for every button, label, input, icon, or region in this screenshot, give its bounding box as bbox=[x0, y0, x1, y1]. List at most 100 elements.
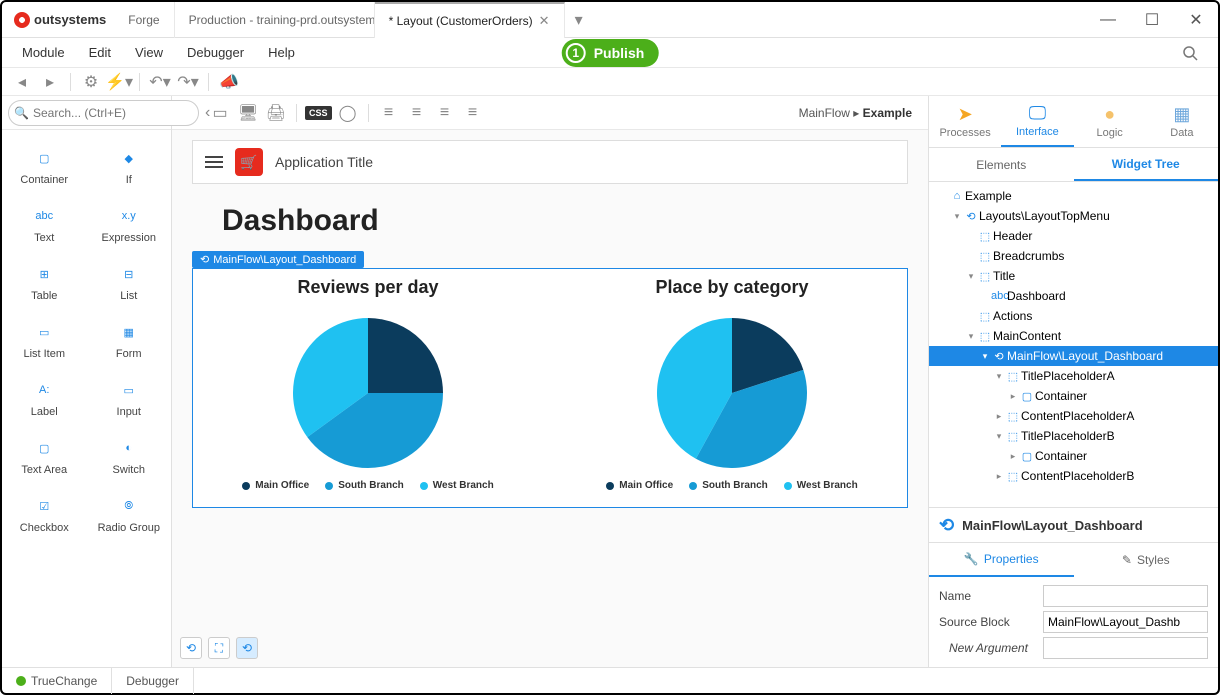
status-ok-icon bbox=[16, 676, 26, 686]
settings-button[interactable]: ⚙ bbox=[79, 71, 103, 93]
tool-text-area[interactable]: ▢Text Area bbox=[2, 428, 87, 486]
tool-input[interactable]: ▭Input bbox=[87, 370, 172, 428]
announce-button[interactable]: 📣 bbox=[217, 71, 241, 93]
tool-form[interactable]: ▦Form bbox=[87, 312, 172, 370]
tool-container[interactable]: ▢Container bbox=[2, 138, 87, 196]
tree-node[interactable]: ▸▢Container bbox=[929, 386, 1218, 406]
tree-node[interactable]: ▾⟲MainFlow\Layout_Dashboard bbox=[929, 346, 1218, 366]
app-title: Application Title bbox=[275, 154, 373, 170]
minimize-button[interactable]: — bbox=[1086, 2, 1130, 38]
tool-list-item[interactable]: ▭List Item bbox=[2, 312, 87, 370]
menu-debugger[interactable]: Debugger bbox=[177, 41, 254, 64]
widget-mode-3[interactable]: ⟲ bbox=[236, 637, 258, 659]
tool-checkbox[interactable]: ☑Checkbox bbox=[2, 486, 87, 544]
css-button[interactable]: CSS bbox=[305, 106, 332, 120]
undo-button[interactable]: ↶▾ bbox=[148, 71, 172, 93]
proptab-properties[interactable]: 🔧 Properties bbox=[929, 543, 1074, 577]
tool-icon: ▢ bbox=[31, 438, 57, 458]
tab-logic[interactable]: ●Logic bbox=[1074, 96, 1146, 147]
prop-source-input[interactable] bbox=[1043, 611, 1208, 633]
widget-mode-1[interactable]: ⟲ bbox=[180, 637, 202, 659]
tree-node[interactable]: ▸⬚ContentPlaceholderA bbox=[929, 406, 1218, 426]
tool-table[interactable]: ⊞Table bbox=[2, 254, 87, 312]
tool-list[interactable]: ⊟List bbox=[87, 254, 172, 312]
device-print-icon[interactable]: 🖨 bbox=[264, 101, 288, 125]
chart-legend: Main OfficeSouth BranchWest Branch bbox=[242, 480, 493, 491]
close-button[interactable]: ✕ bbox=[1174, 2, 1218, 38]
tree-node[interactable]: ▾⬚Title bbox=[929, 266, 1218, 286]
align-justify-icon[interactable]: ≡ bbox=[461, 101, 485, 125]
tab-production[interactable]: Production - training-prd.outsystem... bbox=[175, 2, 375, 38]
menu-view[interactable]: View bbox=[125, 41, 173, 64]
tool-icon: ◐ bbox=[116, 438, 142, 458]
tree-node[interactable]: ▾⬚TitlePlaceholderA bbox=[929, 366, 1218, 386]
tab-forge[interactable]: Forge bbox=[114, 2, 174, 38]
widget-tree: ⌂Example▾⟲Layouts\LayoutTopMenu⬚Header⬚B… bbox=[929, 182, 1218, 507]
dashboard-block[interactable]: Reviews per day Main OfficeSouth BranchW… bbox=[192, 268, 908, 508]
prop-name-input[interactable] bbox=[1043, 585, 1208, 607]
tab-interface[interactable]: 🖵Interface bbox=[1001, 96, 1073, 147]
tree-node[interactable]: ⬚Header bbox=[929, 226, 1218, 246]
menu-module[interactable]: Module bbox=[12, 41, 75, 64]
status-truechange[interactable]: TrueChange bbox=[2, 668, 112, 694]
tab-layout[interactable]: * Layout (CustomerOrders) ✕ bbox=[375, 2, 565, 38]
menu-edit[interactable]: Edit bbox=[79, 41, 121, 64]
search-icon: 🔍 bbox=[14, 106, 29, 120]
tool-icon: abc bbox=[31, 206, 57, 226]
tree-node[interactable]: ⬚Breadcrumbs bbox=[929, 246, 1218, 266]
prop-arg-input[interactable] bbox=[1043, 637, 1208, 659]
tool-switch[interactable]: ◐Switch bbox=[87, 428, 172, 486]
maximize-button[interactable]: ☐ bbox=[1130, 2, 1174, 38]
search-icon[interactable] bbox=[1182, 45, 1208, 61]
tree-node[interactable]: ▾⬚MainContent bbox=[929, 326, 1218, 346]
align-right-icon[interactable]: ≡ bbox=[433, 101, 457, 125]
nav-back-button[interactable]: ◂ bbox=[10, 71, 34, 93]
menu-help[interactable]: Help bbox=[258, 41, 305, 64]
canvas-area: ▯ ▭ 🖥 🖨 CSS ◯ ≡ ≡ ≡ ≡ MainFlow ▸ Example… bbox=[172, 96, 928, 667]
block-label[interactable]: ⟲ MainFlow\Layout_Dashboard bbox=[192, 251, 364, 268]
tree-node[interactable]: ▸⬚ContentPlaceholderB bbox=[929, 466, 1218, 486]
tool-icon: ⊞ bbox=[31, 264, 57, 284]
redo-button[interactable]: ↷▾ bbox=[176, 71, 200, 93]
right-panel: ➤Processes 🖵Interface ●Logic ▦Data Eleme… bbox=[928, 96, 1218, 667]
tool-icon: A: bbox=[31, 380, 57, 400]
tree-node[interactable]: ⌂Example bbox=[929, 186, 1218, 206]
proptab-styles[interactable]: ✎ Styles bbox=[1074, 543, 1219, 577]
tree-node[interactable]: abcDashboard bbox=[929, 286, 1218, 306]
nav-forward-button[interactable]: ▸ bbox=[38, 71, 62, 93]
device-desktop-icon[interactable]: 🖥 bbox=[236, 101, 260, 125]
tab-data[interactable]: ▦Data bbox=[1146, 96, 1218, 147]
new-tab-button[interactable]: ▾ bbox=[565, 10, 593, 30]
theme-button[interactable]: ◯ bbox=[336, 101, 360, 125]
publish-count: 1 bbox=[566, 43, 586, 63]
tree-node[interactable]: ⬚Actions bbox=[929, 306, 1218, 326]
chart-title: Place by category bbox=[565, 277, 899, 298]
tool-expression[interactable]: x.yExpression bbox=[87, 196, 172, 254]
tool-text[interactable]: abcText bbox=[2, 196, 87, 254]
tool-icon: ⊟ bbox=[116, 264, 142, 284]
tool-radio-group[interactable]: ⦾Radio Group bbox=[87, 486, 172, 544]
tree-node[interactable]: ▾⟲Layouts\LayoutTopMenu bbox=[929, 206, 1218, 226]
subtab-elements[interactable]: Elements bbox=[929, 148, 1074, 181]
align-center-icon[interactable]: ≡ bbox=[405, 101, 429, 125]
tree-node[interactable]: ▸▢Container bbox=[929, 446, 1218, 466]
status-debugger[interactable]: Debugger bbox=[112, 668, 194, 694]
toolbox-search-input[interactable] bbox=[8, 100, 199, 126]
canvas-toolbar: ▯ ▭ 🖥 🖨 CSS ◯ ≡ ≡ ≡ ≡ MainFlow ▸ Example bbox=[172, 96, 928, 130]
align-left-icon[interactable]: ≡ bbox=[377, 101, 401, 125]
hamburger-icon[interactable] bbox=[205, 156, 223, 168]
prop-name-label: Name bbox=[939, 589, 1043, 603]
brand-text: outsystems bbox=[34, 12, 106, 27]
tab-processes[interactable]: ➤Processes bbox=[929, 96, 1001, 147]
tool-icon: ▦ bbox=[116, 322, 142, 342]
device-tablet-icon[interactable]: ▭ bbox=[208, 101, 232, 125]
tool-label[interactable]: A:Label bbox=[2, 370, 87, 428]
tree-node[interactable]: ▾⬚TitlePlaceholderB bbox=[929, 426, 1218, 446]
close-icon[interactable]: ✕ bbox=[539, 13, 550, 29]
tool-if[interactable]: ◆If bbox=[87, 138, 172, 196]
toolbar: ◂ ▸ ⚙ ⚡▾ ↶▾ ↷▾ 📣 bbox=[2, 68, 1218, 96]
power-button[interactable]: ⚡▾ bbox=[107, 71, 131, 93]
subtab-widget-tree[interactable]: Widget Tree bbox=[1074, 148, 1219, 181]
publish-button[interactable]: 1 Publish bbox=[562, 39, 659, 67]
widget-mode-2[interactable]: ⛶ bbox=[208, 637, 230, 659]
